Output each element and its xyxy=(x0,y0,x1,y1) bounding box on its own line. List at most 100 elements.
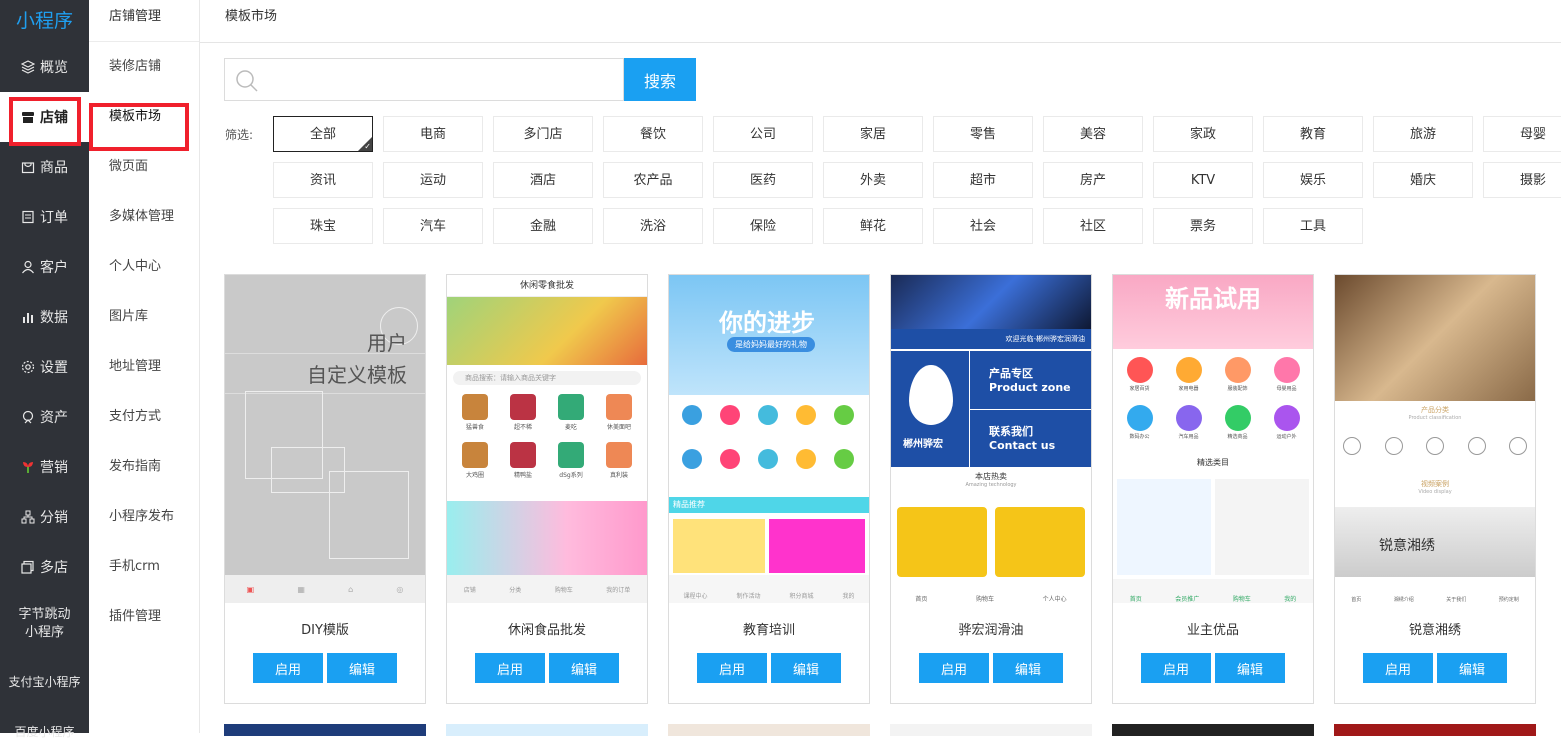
subnav-item-3[interactable]: 多媒体管理 xyxy=(89,192,199,242)
sidebar-item-4[interactable]: 客户 xyxy=(0,242,89,292)
template-thumbnail[interactable]: 产品分类 Product classification 视频案例 Video dis… xyxy=(1335,275,1535,603)
edit-button[interactable]: 编辑 xyxy=(771,653,841,683)
sidebar-item-7[interactable]: 资产 xyxy=(0,392,89,442)
filter-tag[interactable]: 外卖 xyxy=(823,162,923,198)
filter-tag[interactable]: 社会 xyxy=(933,208,1033,244)
sidebar-item-bytedance[interactable]: 字节跳动 小程序 xyxy=(0,592,89,656)
filter-tag[interactable]: 摄影 xyxy=(1483,162,1561,198)
subnav-item-8[interactable]: 发布指南 xyxy=(89,442,199,492)
filter-tag[interactable]: 零售 xyxy=(933,116,1033,152)
filter-tag[interactable]: 家政 xyxy=(1153,116,1253,152)
filter-tag[interactable]: 金融 xyxy=(493,208,593,244)
subnav-item-11[interactable]: 插件管理 xyxy=(89,592,199,642)
template-card-next-row[interactable] xyxy=(224,724,426,736)
filter-tag[interactable]: 房产 xyxy=(1043,162,1143,198)
enable-button[interactable]: 启用 xyxy=(1363,653,1433,683)
sidebar-item-alipay[interactable]: 支付宝小程序 xyxy=(0,656,89,706)
filter-tag[interactable]: 汽车 xyxy=(383,208,483,244)
template-card-next-row[interactable] xyxy=(446,724,648,736)
template-thumbnail[interactable]: 用户 自定义模板 ▣ ▦ ⌂ ◎ xyxy=(225,275,425,603)
filter-tag[interactable]: 珠宝 xyxy=(273,208,373,244)
edit-button[interactable]: 编辑 xyxy=(549,653,619,683)
app-logo[interactable]: 小程序 xyxy=(0,0,89,42)
sidebar-item-8[interactable]: 营销 xyxy=(0,442,89,492)
template-thumbnail[interactable]: 新品试用 家居百货 家用电器 服装配饰 母婴用品 数码办公 汽车用品 精选商品 运动户外 精选… xyxy=(1113,275,1313,603)
enable-button[interactable]: 启用 xyxy=(475,653,545,683)
subnav-item-5[interactable]: 图片库 xyxy=(89,292,199,342)
store-icon xyxy=(21,110,35,124)
filter-tag[interactable]: 美容 xyxy=(1043,116,1143,152)
enable-button[interactable]: 启用 xyxy=(1141,653,1211,683)
enable-button[interactable]: 启用 xyxy=(919,653,989,683)
search-input[interactable] xyxy=(225,59,623,100)
filter-tag[interactable]: 全部 ✓ xyxy=(273,116,373,152)
template-thumbnail[interactable]: 休闲零食批发 商品搜索：请输入商品关键字 猛兽食 超不稀 麦吃 休美面吧 大鸡圈 精鸭盐 d… xyxy=(447,275,647,603)
filter-tag[interactable]: 娱乐 xyxy=(1263,162,1363,198)
sidebar-item-3[interactable]: 订单 xyxy=(0,192,89,242)
filter-tag[interactable]: 洗浴 xyxy=(603,208,703,244)
filter-tag[interactable]: KTV xyxy=(1153,162,1253,198)
filter-tag[interactable]: 医药 xyxy=(713,162,813,198)
filter-tag[interactable]: 运动 xyxy=(383,162,483,198)
subnav-item-1[interactable]: 模板市场 xyxy=(89,92,199,142)
sidebar-item-label: 设置 xyxy=(40,360,68,376)
sidebar-item-10[interactable]: 多店 xyxy=(0,542,89,592)
enable-button[interactable]: 启用 xyxy=(253,653,323,683)
sidebar-item-9[interactable]: 分销 xyxy=(0,492,89,542)
template-card-next-row[interactable] xyxy=(1112,724,1314,736)
filter-tag[interactable]: 资讯 xyxy=(273,162,373,198)
enable-button[interactable]: 启用 xyxy=(697,653,767,683)
template-thumbnail[interactable]: 欢迎光临-郴州骅宏润滑油 郴州骅宏 产品专区 Product zone 联系我们 C… xyxy=(891,275,1091,603)
sidebar-item-label: 数据 xyxy=(40,310,68,326)
subnav-item-7[interactable]: 支付方式 xyxy=(89,392,199,442)
filter-tag[interactable]: 婚庆 xyxy=(1373,162,1473,198)
template-name: 骅宏润滑油 xyxy=(958,623,1024,638)
edit-button[interactable]: 编辑 xyxy=(993,653,1063,683)
edit-button[interactable]: 编辑 xyxy=(1437,653,1507,683)
filter-tag[interactable]: 多门店 xyxy=(493,116,593,152)
filter-tag[interactable]: 母婴 xyxy=(1483,116,1561,152)
search-button[interactable]: 搜索 xyxy=(624,58,696,101)
subnav-item-10[interactable]: 手机crm xyxy=(89,542,199,592)
filter-tag[interactable]: 社区 xyxy=(1043,208,1143,244)
bytedance-label-line2: 小程序 xyxy=(24,625,64,640)
template-name: 业主优品 xyxy=(1186,623,1239,638)
subnav-item-9[interactable]: 小程序发布 xyxy=(89,492,199,542)
template-card-next-row[interactable] xyxy=(668,724,870,736)
filter-tag[interactable]: 旅游 xyxy=(1373,116,1473,152)
sidebar-item-baidu[interactable]: 百度小程序 xyxy=(0,706,89,756)
edit-button[interactable]: 编辑 xyxy=(1215,653,1285,683)
sidebar-item-1[interactable]: 店铺 xyxy=(0,92,89,142)
filter-tag[interactable]: 工具 xyxy=(1263,208,1363,244)
filter-tag[interactable]: 餐饮 xyxy=(603,116,703,152)
filter-tag[interactable]: 电商 xyxy=(383,116,483,152)
filter-tag[interactable]: 超市 xyxy=(933,162,1033,198)
sidebar-item-5[interactable]: 数据 xyxy=(0,292,89,342)
filter-tag[interactable]: 农产品 xyxy=(603,162,703,198)
edit-button[interactable]: 编辑 xyxy=(327,653,397,683)
subnav-item-6[interactable]: 地址管理 xyxy=(89,342,199,392)
filter-tag[interactable]: 保险 xyxy=(713,208,813,244)
subnav-item-0[interactable]: 装修店铺 xyxy=(89,42,199,92)
subnav-item-2[interactable]: 微页面 xyxy=(89,142,199,192)
search-icon xyxy=(236,70,258,92)
filter-tag[interactable]: 酒店 xyxy=(493,162,593,198)
filter-tag[interactable]: 公司 xyxy=(713,116,813,152)
filter-tag[interactable]: 票务 xyxy=(1153,208,1253,244)
search-box xyxy=(224,58,624,101)
sidebar-item-2[interactable]: 商品 xyxy=(0,142,89,192)
filter-tag[interactable]: 鲜花 xyxy=(823,208,923,244)
template-card-next-row[interactable] xyxy=(890,724,1092,736)
template-card: 产品分类 Product classification 视频案例 Video dis… xyxy=(1334,274,1536,704)
template-card-next-row[interactable] xyxy=(1334,724,1536,736)
filter-tag[interactable]: 教育 xyxy=(1263,116,1363,152)
filter-tag[interactable]: 家居 xyxy=(823,116,923,152)
marketing-icon xyxy=(21,460,35,474)
layers-icon xyxy=(20,60,36,74)
bytedance-label-line1: 字节跳动 xyxy=(18,607,71,622)
distribution-icon xyxy=(21,510,35,524)
sidebar-item-0[interactable]: 概览 xyxy=(0,42,89,92)
sidebar-item-6[interactable]: 设置 xyxy=(0,342,89,392)
template-thumbnail[interactable]: 你的进步 是给妈妈最好的礼物 精品推荐 课程中心 制作活动 积分商城 我的 xyxy=(669,275,869,603)
subnav-item-4[interactable]: 个人中心 xyxy=(89,242,199,292)
